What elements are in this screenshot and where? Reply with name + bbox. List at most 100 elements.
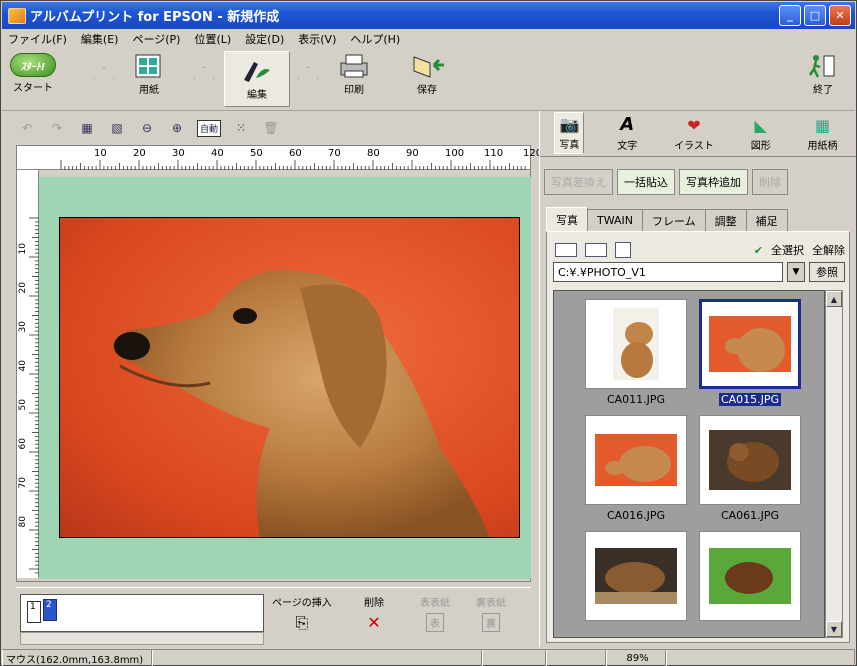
delete-page-button[interactable]: 削除 ✕ <box>364 594 384 632</box>
exit-door-icon <box>806 53 840 79</box>
subtab-frame[interactable]: フレーム <box>642 209 706 231</box>
view-row: ✔ 全選択 全解除 <box>555 240 845 260</box>
thumbnail-label: CA061.JPG <box>720 509 780 522</box>
save-label: 保存 <box>417 85 437 96</box>
print-button[interactable]: 印刷 <box>337 53 371 96</box>
subtab-adjust[interactable]: 調整 <box>704 209 747 231</box>
folder-path-select[interactable]: C:¥.¥PHOTO_V1 <box>553 262 783 282</box>
back-cover-button[interactable]: 裏表紙 裏 <box>476 594 506 632</box>
ruler-label: 40 <box>211 148 224 159</box>
ruler-label: 50 <box>18 399 28 411</box>
ruler-label: 90 <box>406 148 419 159</box>
view-medium-icon[interactable] <box>585 243 607 257</box>
browse-button[interactable]: 参照 <box>809 262 845 282</box>
thumbnail-item[interactable]: CA061.JPG <box>698 415 802 522</box>
view-small-icon[interactable] <box>555 243 577 257</box>
redo-icon[interactable]: ↷ <box>47 118 67 138</box>
ruler-label: 40 <box>18 360 28 372</box>
menu-page[interactable]: ページ(P) <box>132 31 180 47</box>
close-button[interactable]: ✕ <box>829 5 851 26</box>
subtab-photo[interactable]: 写真 <box>546 207 588 231</box>
paper-button[interactable]: 用紙 <box>132 53 166 96</box>
paste-all-button[interactable]: 一括貼込 <box>617 169 675 195</box>
insert-page-icon: ⎘ <box>295 613 309 632</box>
thumbnail-grid: CA011.JPG CA015.JPG CA016.JPG CA061.JPG <box>553 290 825 638</box>
start-button[interactable]: ｽﾀｰﾄ! スタート <box>10 53 56 94</box>
thumbnail-item[interactable] <box>584 531 688 621</box>
thumbnail-item[interactable]: CA016.JPG <box>584 415 688 522</box>
menu-view[interactable]: 表示(V) <box>298 31 336 47</box>
minimize-button[interactable]: _ <box>779 5 801 26</box>
tab-photo[interactable]: 📷 写真 <box>554 112 585 154</box>
title-bar: アルバムプリント for EPSON - 新規作成 _ □ ✕ <box>2 2 855 29</box>
ruler-label: 10 <box>94 148 107 159</box>
bring-front-icon[interactable]: ▦ <box>77 118 97 138</box>
thumbnail-label: CA016.JPG <box>606 509 666 522</box>
front-cover-button[interactable]: 表表紙 表 <box>420 594 450 632</box>
grid-icon[interactable]: ⁙ <box>231 118 251 138</box>
menu-position[interactable]: 位置(L) <box>194 31 231 47</box>
subtab-supplement[interactable]: 補足 <box>745 209 788 231</box>
status-pane <box>152 650 482 666</box>
send-back-icon[interactable]: ▧ <box>107 118 127 138</box>
window-controls: _ □ ✕ <box>779 5 851 26</box>
ruler-label: 20 <box>133 148 146 159</box>
ruler-label: 100 <box>445 148 465 159</box>
exit-button[interactable]: 終了 <box>806 53 840 96</box>
check-icon: ✔ <box>753 243 763 257</box>
thumbnail-item[interactable] <box>698 531 802 621</box>
page-2-thumb[interactable]: 2 <box>43 599 57 621</box>
subtab-twain[interactable]: TWAIN <box>587 209 643 231</box>
thumbnail-item[interactable]: CA011.JPG <box>584 299 688 406</box>
save-button[interactable]: 保存 <box>410 53 444 96</box>
start-label: スタート <box>13 83 53 94</box>
tab-paper-pattern[interactable]: ▦ 用紙柄 <box>804 114 842 154</box>
page-1-thumb[interactable]: 1 <box>27 601 41 623</box>
material-tabs: 📷 写真 A 文字 ❤ イラスト ◣ 図形 ▦ 用紙柄 <box>540 111 856 157</box>
scroll-down-icon[interactable]: ▼ <box>826 621 842 637</box>
camera-icon: 📷 <box>559 115 580 134</box>
tab-text[interactable]: A 文字 <box>613 112 641 154</box>
ruler-label: 50 <box>250 148 263 159</box>
ruler-label: 10 <box>18 243 28 255</box>
trash-icon[interactable]: 🗑 <box>261 118 281 138</box>
page-scrollbar[interactable] <box>20 632 264 645</box>
menu-file[interactable]: ファイル(F) <box>8 31 67 47</box>
delete-photo-button[interactable]: 削除 <box>752 169 788 195</box>
status-pane <box>546 650 606 666</box>
ruler-label: 60 <box>18 438 28 450</box>
replace-photo-button[interactable]: 写真差換え <box>544 169 613 195</box>
photo-dog[interactable] <box>59 217 520 538</box>
page-strip: 1 2 ページの挿入 ⎘ 削除 ✕ 表表紙 表 裏表紙 裏 <box>16 587 531 649</box>
undo-icon[interactable]: ↶ <box>17 118 37 138</box>
add-frame-button[interactable]: 写真枠追加 <box>679 169 748 195</box>
thumbnail-scrollbar[interactable]: ▲ ▼ <box>825 290 843 638</box>
photo-actions: 写真差換え 一括貼込 写真枠追加 削除 <box>544 169 788 195</box>
tab-shape[interactable]: ◣ 図形 <box>747 114 775 154</box>
menu-edit[interactable]: 編集(E) <box>81 31 119 47</box>
tab-illust[interactable]: ❤ イラスト <box>670 114 718 154</box>
zoom-in-icon[interactable]: ⊕ <box>167 118 187 138</box>
auto-zoom-button[interactable]: 自動 <box>197 119 222 137</box>
thumbnail-item-selected[interactable]: CA015.JPG <box>698 299 802 406</box>
edit-button[interactable]: 編集 <box>224 51 290 107</box>
chevron-down-icon[interactable]: ▼ <box>787 262 805 282</box>
step-arrow-icon <box>194 67 214 79</box>
scroll-up-icon[interactable]: ▲ <box>826 291 842 307</box>
zoom-out-icon[interactable]: ⊖ <box>137 118 157 138</box>
photo-tab-body: ✔ 全選択 全解除 C:¥.¥PHOTO_V1 ▼ 参照 CA011.JPG C… <box>546 231 850 643</box>
view-large-icon[interactable] <box>615 242 631 258</box>
printer-icon <box>337 53 371 79</box>
tab-paper-pattern-label: 用紙柄 <box>807 141 838 152</box>
select-all-link[interactable]: 全選択 <box>771 242 804 258</box>
menu-settings[interactable]: 設定(D) <box>245 31 284 47</box>
photo-subtabs: 写真 TWAIN フレーム 調整 補足 <box>546 207 788 231</box>
save-arrow-icon <box>410 53 444 79</box>
edit-brush-icon <box>240 58 274 84</box>
insert-page-button[interactable]: ページの挿入 ⎘ <box>272 594 332 633</box>
ruler-label: 60 <box>289 148 302 159</box>
clear-all-link[interactable]: 全解除 <box>812 242 845 258</box>
maximize-button[interactable]: □ <box>804 5 826 26</box>
menu-help[interactable]: ヘルプ(H) <box>350 31 400 47</box>
insert-page-label: ページの挿入 <box>272 598 332 609</box>
